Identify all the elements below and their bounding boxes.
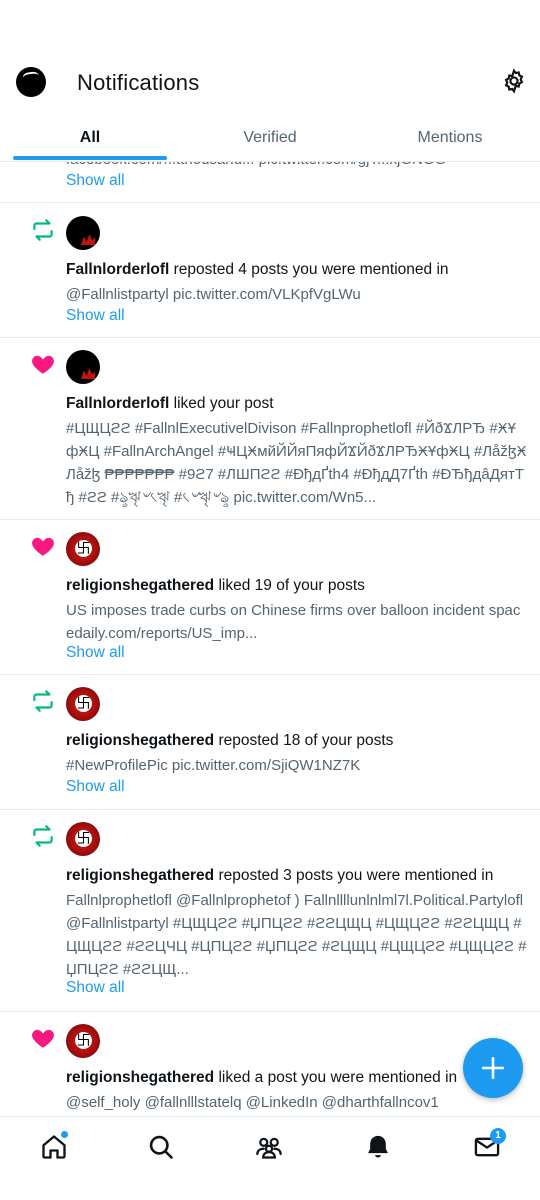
profile-avatar[interactable] [16,67,46,97]
heart-icon [30,351,56,377]
notification-headline: religionshegathered liked 19 of your pos… [66,576,526,596]
avatar[interactable] [66,532,100,566]
username[interactable]: religionshegathered [66,732,214,749]
plus-icon [481,1056,505,1080]
action-text: reposted 18 of your posts [214,732,394,749]
post-text: US imposes trade curbs on Chinese firms … [66,602,521,642]
action-text: liked your post [169,395,274,412]
username[interactable]: religionshegathered [66,577,214,594]
notification-headline: religionshegathered reposted 3 posts you… [66,866,526,886]
repost-icon [30,823,56,849]
action-text: reposted 3 posts you were mentioned in [214,867,494,884]
show-all-link[interactable]: Show all [66,977,125,999]
list-item[interactable]: religionshegathered reposted 18 of your … [0,675,540,810]
list-item[interactable]: religionshegathered liked a post you wer… [0,1012,540,1117]
list-item[interactable]: Fallnlorderlofl liked your post #ЦЩЦϩϩ #… [0,338,540,520]
notifications-icon[interactable] [364,1133,392,1161]
communities-icon[interactable] [255,1133,283,1161]
show-all-link[interactable]: Show all [66,642,125,664]
post-text: @self_holy @fallnlllstatelq @LinkedIn @d… [66,1094,439,1111]
bottom-navigation: 1 [0,1116,540,1200]
list-item[interactable]: religionshegathered reposted 3 posts you… [0,810,540,1012]
notification-headline: religionshegathered reposted 18 of your … [66,731,526,751]
notification-headline: Fallnlorderlofl liked your post [66,394,526,414]
heart-icon [30,533,56,559]
post-text: Fallnlprophetlofl @Fallnlprophetof ) Fal… [66,892,527,978]
show-all-link[interactable]: Show all [66,305,125,327]
home-unread-dot [60,1130,69,1139]
avatar[interactable] [66,687,100,721]
notification-tabs: All Verified Mentions [0,118,540,162]
list-item[interactable]: religionshegathered liked 19 of your pos… [0,520,540,675]
avatar[interactable] [66,350,100,384]
username[interactable]: Fallnlorderlofl [66,395,169,412]
post-text: #ЦЩЦϩϩ #FallnlExecutivelDivison #Fallnpr… [66,420,527,506]
tab-verified[interactable]: Verified [180,118,360,162]
tab-all[interactable]: All [0,118,180,162]
post-text: facebook.com/...tthousand... pic.twitter… [66,162,526,171]
show-all-link[interactable]: Show all [66,170,125,192]
action-text: reposted 4 posts you were mentioned in [169,261,449,278]
avatar[interactable] [66,822,100,856]
heart-icon [30,1025,56,1051]
notification-feed[interactable]: facebook.com/...tthousand... pic.twitter… [0,162,540,1117]
username[interactable]: Fallnlorderlofl [66,261,169,278]
notification-headline: religionshegathered liked a post you wer… [66,1068,526,1088]
repost-icon [30,688,56,714]
avatar[interactable] [66,216,100,250]
repost-icon [30,217,56,243]
action-text: liked a post you were mentioned in [214,1069,458,1086]
search-icon[interactable] [147,1133,175,1161]
show-all-link[interactable]: Show all [66,776,125,798]
username[interactable]: religionshegathered [66,1069,214,1086]
settings-gear-icon[interactable] [501,68,527,94]
header: Notifications All Verified Mentions [0,0,540,162]
post-text: #NewProfilePic pic.twitter.com/SjiQW1NZ7… [66,757,361,774]
avatar[interactable] [66,1024,100,1058]
list-item[interactable]: Fallnlorderlofl reposted 4 posts you wer… [0,203,540,338]
page-title: Notifications [77,70,200,95]
tab-mentions[interactable]: Mentions [360,118,540,162]
notification-headline: Fallnlorderlofl reposted 4 posts you wer… [66,260,526,280]
username[interactable]: religionshegathered [66,867,214,884]
list-item[interactable]: facebook.com/...tthousand... pic.twitter… [0,162,540,203]
post-text: @Fallnlistpartyl pic.twitter.com/VLKpfVg… [66,286,361,303]
compose-button[interactable] [463,1038,523,1098]
action-text: liked 19 of your posts [214,577,365,594]
messages-badge: 1 [490,1128,506,1144]
